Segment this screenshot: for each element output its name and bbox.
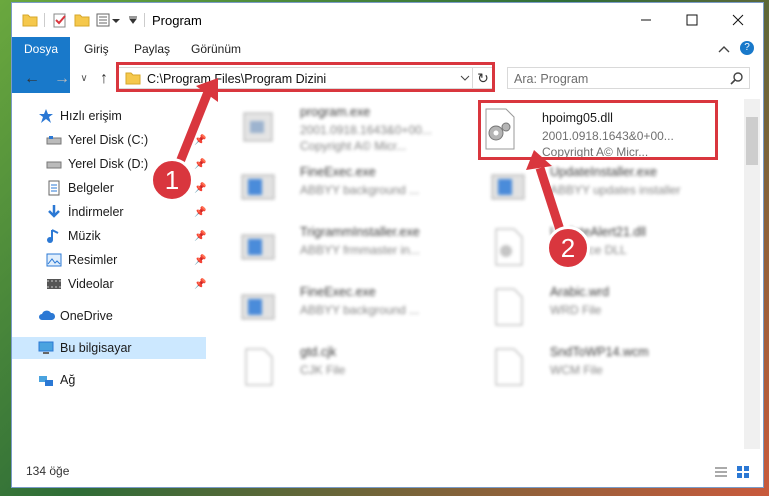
annotation-arrows (171, 78, 567, 238)
callout-step-1: 1 (150, 158, 194, 202)
arrow-head-2 (526, 150, 552, 170)
callout-step-2: 2 (546, 226, 590, 270)
